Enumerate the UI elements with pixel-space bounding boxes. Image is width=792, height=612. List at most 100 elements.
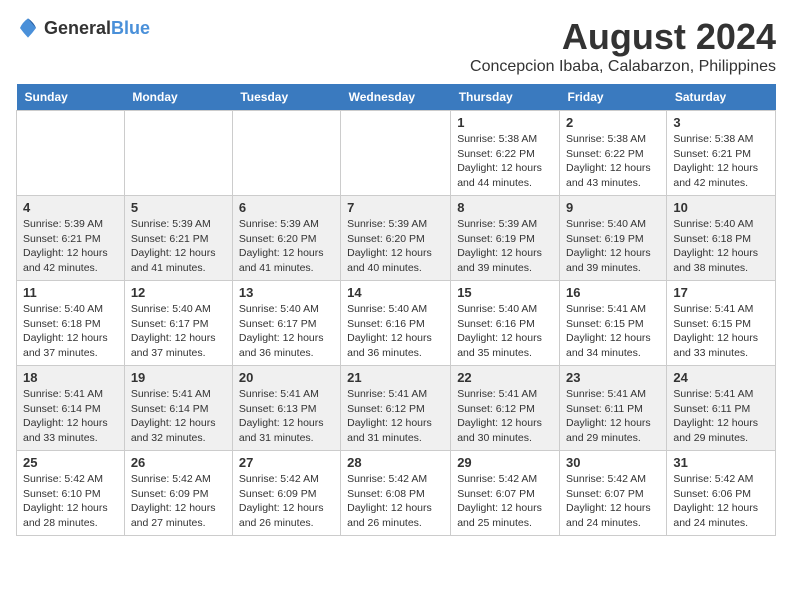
day-cell-27: 27Sunrise: 5:42 AM Sunset: 6:09 PM Dayli… [232,451,340,536]
day-number: 1 [457,115,553,130]
day-cell-1: 1 Sunrise: 5:38 AM Sunset: 6:22 PM Daylig… [451,111,560,196]
day-number: 18 [23,370,118,385]
day-cell-19: 19 Sunrise: 5:41 AM Sunset: 6:14 PM Dayli… [124,366,232,451]
day-cell-13: 13Sunrise: 5:40 AM Sunset: 6:17 PM Dayli… [232,281,340,366]
day-content: Sunrise: 5:42 AM Sunset: 6:07 PM Dayligh… [457,472,553,531]
title-area: August 2024 Concepcion Ibaba, Calabarzon… [470,16,776,76]
day-content: Sunrise: 5:42 AM Sunset: 6:10 PM Dayligh… [23,472,118,531]
day-number: 9 [566,200,660,215]
week-row-5: 25 Sunrise: 5:42 AM Sunset: 6:10 PM Dayli… [17,451,776,536]
day-content: Sunrise: 5:40 AM Sunset: 6:19 PM Dayligh… [566,217,660,276]
day-header-friday: Friday [560,84,667,111]
logo-text: GeneralBlue [44,18,150,39]
day-number: 30 [566,455,660,470]
day-cell-2: 2 Sunrise: 5:38 AM Sunset: 6:22 PM Daylig… [560,111,667,196]
day-content: Sunrise: 5:40 AM Sunset: 6:17 PM Dayligh… [131,302,226,361]
day-number: 24 [673,370,769,385]
day-number: 25 [23,455,118,470]
day-number: 4 [23,200,118,215]
day-content: Sunrise: 5:38 AM Sunset: 6:21 PM Dayligh… [673,132,769,191]
day-number: 29 [457,455,553,470]
day-content: Sunrise: 5:42 AM Sunset: 6:09 PM Dayligh… [239,472,334,531]
day-number: 5 [131,200,226,215]
day-number: 2 [566,115,660,130]
day-cell-14: 14 Sunrise: 5:40 AM Sunset: 6:16 PM Dayli… [341,281,451,366]
day-number: 10 [673,200,769,215]
day-cell-11: 11 Sunrise: 5:40 AM Sunset: 6:18 PM Dayli… [17,281,125,366]
day-number: 20 [239,370,334,385]
day-cell-10: 10Sunrise: 5:40 AM Sunset: 6:18 PM Dayli… [667,196,776,281]
week-row-1: 1 Sunrise: 5:38 AM Sunset: 6:22 PM Daylig… [17,111,776,196]
day-number: 6 [239,200,334,215]
day-cell-4: 4Sunrise: 5:39 AM Sunset: 6:21 PM Daylig… [17,196,125,281]
day-content: Sunrise: 5:41 AM Sunset: 6:12 PM Dayligh… [457,387,553,446]
day-number: 11 [23,285,118,300]
day-header-tuesday: Tuesday [232,84,340,111]
day-cell-24: 24 Sunrise: 5:41 AM Sunset: 6:11 PM Dayli… [667,366,776,451]
calendar-table: SundayMondayTuesdayWednesdayThursdayFrid… [16,84,776,536]
day-number: 31 [673,455,769,470]
day-number: 21 [347,370,444,385]
logo-icon [16,16,40,40]
week-row-3: 11 Sunrise: 5:40 AM Sunset: 6:18 PM Dayli… [17,281,776,366]
empty-cell [341,111,451,196]
day-header-monday: Monday [124,84,232,111]
day-cell-5: 5 Sunrise: 5:39 AM Sunset: 6:21 PM Daylig… [124,196,232,281]
day-number: 22 [457,370,553,385]
day-cell-22: 22 Sunrise: 5:41 AM Sunset: 6:12 PM Dayli… [451,366,560,451]
day-content: Sunrise: 5:38 AM Sunset: 6:22 PM Dayligh… [457,132,553,191]
day-cell-6: 6Sunrise: 5:39 AM Sunset: 6:20 PM Daylig… [232,196,340,281]
week-row-2: 4 Sunrise: 5:39 AM Sunset: 6:21 PM Daylig… [17,196,776,281]
day-cell-16: 16Sunrise: 5:41 AM Sunset: 6:15 PM Dayli… [560,281,667,366]
day-number: 19 [131,370,226,385]
day-number: 7 [347,200,444,215]
day-cell-17: 17Sunrise: 5:41 AM Sunset: 6:15 PM Dayli… [667,281,776,366]
day-content: Sunrise: 5:42 AM Sunset: 6:08 PM Dayligh… [347,472,444,531]
day-header-saturday: Saturday [667,84,776,111]
day-content: Sunrise: 5:41 AM Sunset: 6:14 PM Dayligh… [23,387,118,446]
day-content: Sunrise: 5:41 AM Sunset: 6:11 PM Dayligh… [673,387,769,446]
day-cell-31: 31 Sunrise: 5:42 AM Sunset: 6:06 PM Dayli… [667,451,776,536]
day-number: 15 [457,285,553,300]
day-cell-29: 29 Sunrise: 5:42 AM Sunset: 6:07 PM Dayli… [451,451,560,536]
day-content: Sunrise: 5:42 AM Sunset: 6:07 PM Dayligh… [566,472,660,531]
day-number: 28 [347,455,444,470]
day-content: Sunrise: 5:42 AM Sunset: 6:06 PM Dayligh… [673,472,769,531]
day-number: 14 [347,285,444,300]
empty-cell [124,111,232,196]
day-cell-23: 23Sunrise: 5:41 AM Sunset: 6:11 PM Dayli… [560,366,667,451]
day-number: 17 [673,285,769,300]
empty-cell [232,111,340,196]
day-content: Sunrise: 5:40 AM Sunset: 6:16 PM Dayligh… [457,302,553,361]
week-row-4: 18 Sunrise: 5:41 AM Sunset: 6:14 PM Dayli… [17,366,776,451]
header-row: SundayMondayTuesdayWednesdayThursdayFrid… [17,84,776,111]
day-cell-8: 8Sunrise: 5:39 AM Sunset: 6:19 PM Daylig… [451,196,560,281]
main-title: August 2024 [470,16,776,58]
day-cell-15: 15 Sunrise: 5:40 AM Sunset: 6:16 PM Dayli… [451,281,560,366]
day-cell-12: 12 Sunrise: 5:40 AM Sunset: 6:17 PM Dayli… [124,281,232,366]
day-cell-28: 28 Sunrise: 5:42 AM Sunset: 6:08 PM Dayli… [341,451,451,536]
day-cell-20: 20 Sunrise: 5:41 AM Sunset: 6:13 PM Dayli… [232,366,340,451]
header: GeneralBlue August 2024 Concepcion Ibaba… [16,16,776,76]
day-header-thursday: Thursday [451,84,560,111]
day-cell-25: 25 Sunrise: 5:42 AM Sunset: 6:10 PM Dayli… [17,451,125,536]
day-cell-18: 18 Sunrise: 5:41 AM Sunset: 6:14 PM Dayli… [17,366,125,451]
empty-cell [17,111,125,196]
day-cell-26: 26Sunrise: 5:42 AM Sunset: 6:09 PM Dayli… [124,451,232,536]
day-content: Sunrise: 5:41 AM Sunset: 6:14 PM Dayligh… [131,387,226,446]
subtitle: Concepcion Ibaba, Calabarzon, Philippine… [470,58,776,76]
day-content: Sunrise: 5:41 AM Sunset: 6:13 PM Dayligh… [239,387,334,446]
day-number: 13 [239,285,334,300]
day-cell-3: 3 Sunrise: 5:38 AM Sunset: 6:21 PM Daylig… [667,111,776,196]
day-content: Sunrise: 5:41 AM Sunset: 6:12 PM Dayligh… [347,387,444,446]
day-number: 3 [673,115,769,130]
day-content: Sunrise: 5:39 AM Sunset: 6:21 PM Dayligh… [131,217,226,276]
day-number: 8 [457,200,553,215]
day-content: Sunrise: 5:40 AM Sunset: 6:16 PM Dayligh… [347,302,444,361]
logo: GeneralBlue [16,16,150,40]
day-content: Sunrise: 5:40 AM Sunset: 6:18 PM Dayligh… [23,302,118,361]
day-content: Sunrise: 5:42 AM Sunset: 6:09 PM Dayligh… [131,472,226,531]
day-number: 12 [131,285,226,300]
day-content: Sunrise: 5:38 AM Sunset: 6:22 PM Dayligh… [566,132,660,191]
day-cell-7: 7Sunrise: 5:39 AM Sunset: 6:20 PM Daylig… [341,196,451,281]
